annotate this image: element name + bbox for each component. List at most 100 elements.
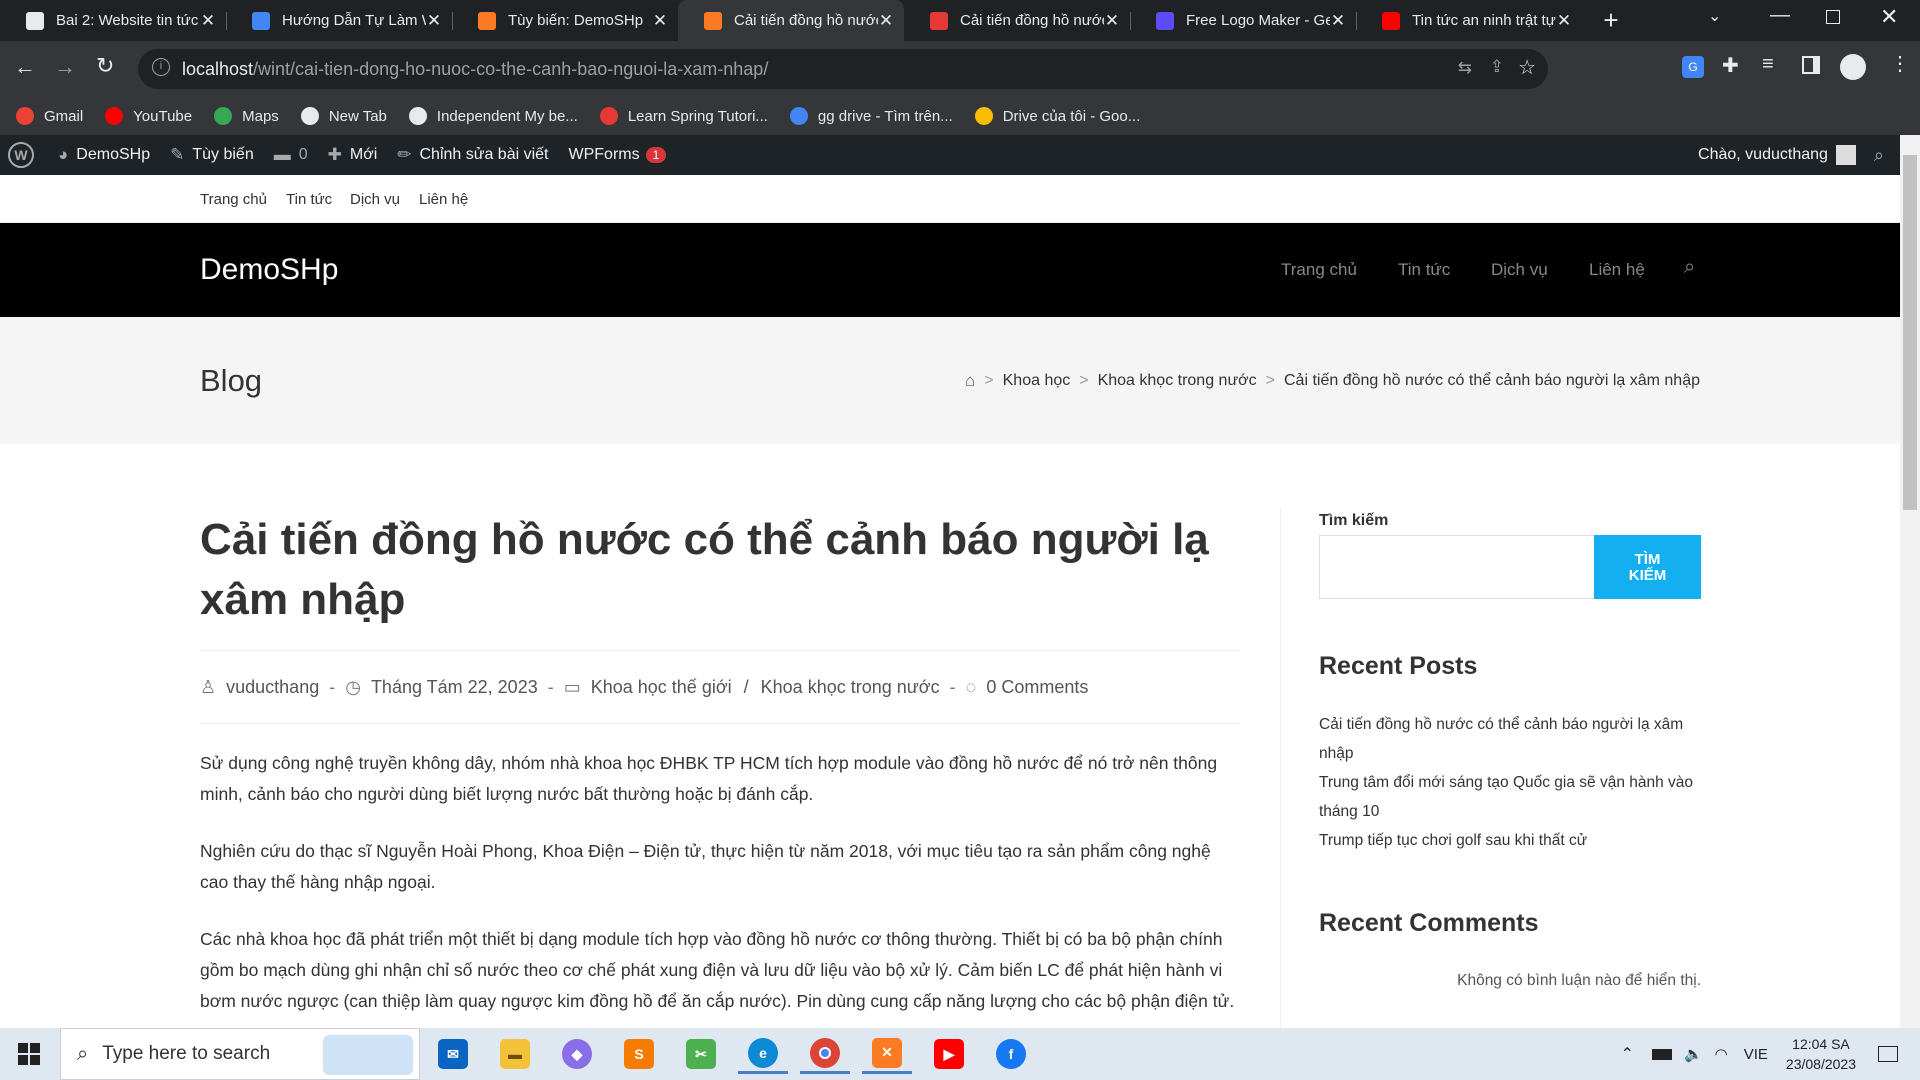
comment-icon: ◌ [965,676,977,697]
browser-tab[interactable]: Free Logo Maker - Ge ✕ [1130,0,1356,41]
browser-tab[interactable]: Hướng Dẫn Tự Làm W ✕ [226,0,452,41]
media-control-icon[interactable]: ≡ [1762,53,1774,76]
battery-icon[interactable] [1651,1048,1672,1060]
admin-account-menu[interactable]: Chào, vuducthang [1688,145,1866,165]
chrome-taskbar-icon[interactable] [800,1034,850,1074]
drive-icon [974,107,993,125]
copilot-app-icon[interactable]: ◆ [552,1034,602,1074]
youtube-taskbar-icon[interactable]: ▶ [924,1034,974,1074]
close-tab-icon[interactable]: ✕ [878,11,894,31]
close-tab-icon[interactable]: ✕ [1330,11,1346,31]
bookmark-item[interactable]: Drive của tôi - Goo... [974,107,1140,125]
minimize-button[interactable]: — [1770,4,1790,27]
mail-app-icon[interactable]: ✉ [428,1034,478,1074]
extensions-puzzle-icon[interactable]: ✚ [1722,53,1739,78]
admin-wpforms-link[interactable]: WPForms 1 [559,146,677,164]
bookmark-item[interactable]: Maps [214,107,279,125]
close-tab-icon[interactable]: ✕ [426,11,442,31]
home-icon[interactable]: ⌂ [965,371,975,391]
close-tab-icon[interactable]: ✕ [200,11,216,31]
bookmark-star-icon[interactable]: ☆ [1518,55,1536,80]
menu-news[interactable]: Tin tức [1398,260,1450,280]
user-icon: ♙ [200,676,217,697]
bookmark-item[interactable]: New Tab [300,107,387,125]
bookmark-item[interactable]: Learn Spring Tutori... [599,107,768,125]
site-logo[interactable]: DemoSHp [200,253,338,287]
notification-icon[interactable] [1878,1046,1898,1062]
dashboard-icon: ◕ [58,145,69,164]
facebook-taskbar-icon[interactable]: f [986,1034,1036,1074]
breadcrumb-item[interactable]: Khoa khọc trong nước [1098,372,1257,390]
bookmark-item[interactable]: YouTube [105,107,192,125]
google-translate-extension-icon[interactable]: G [1682,56,1704,78]
browser-tab[interactable]: Cải tiến đồng hồ nước ✕ [678,0,904,41]
forward-icon[interactable]: → [54,54,76,80]
profile-avatar[interactable] [1840,54,1866,80]
side-panel-icon[interactable] [1802,56,1820,74]
browser-tab[interactable]: Cải tiến đồng hồ nước ✕ [904,0,1130,41]
taskbar-search-box[interactable]: ⌕ Type here to search [60,1028,420,1080]
bookmark-item[interactable]: Independent My be... [408,107,578,125]
tab-search-icon[interactable]: ⌄ [1708,6,1721,26]
recent-post-link[interactable]: Trung tâm đổi mới sáng tạo Quốc gia sẽ v… [1319,768,1701,826]
close-tab-icon[interactable]: ✕ [1104,11,1120,31]
restore-button[interactable] [1826,10,1840,24]
topnav-contact[interactable]: Liên hệ [419,191,468,208]
close-window-button[interactable]: ✕ [1880,4,1898,30]
new-tab-button[interactable]: + [1596,6,1626,36]
wifi-icon[interactable]: ◠ [1715,1045,1728,1063]
header-search-icon[interactable]: ⌕ [1684,256,1695,279]
admin-customize-label: Tùy biến [192,146,254,163]
close-tab-icon[interactable]: ✕ [652,11,668,31]
menu-home[interactable]: Trang chủ [1281,260,1357,280]
topnav-news[interactable]: Tin tức [286,191,332,208]
bookmark-item[interactable]: gg drive - Tìm trên... [789,107,953,125]
file-explorer-icon[interactable]: ▬ [490,1034,540,1074]
admin-site-link[interactable]: ◕ DemoSHp [48,145,160,165]
language-indicator[interactable]: VIE [1744,1046,1768,1063]
clock[interactable]: 12:04 SA 23/08/2023 [1786,1034,1856,1074]
menu-services[interactable]: Dịch vụ [1491,260,1548,280]
volume-icon[interactable]: 🔈 [1684,1045,1703,1063]
share-icon[interactable]: ⇪ [1490,57,1504,77]
edge-browser-icon[interactable]: e [738,1034,788,1074]
admin-edit-post-link[interactable]: ✏ Chỉnh sửa bài viết [387,145,558,165]
snipping-tool-icon[interactable]: ✂ [676,1034,726,1074]
windows-start-icon[interactable] [18,1043,40,1065]
browser-tab[interactable]: Tùy biến: DemoSHp ✕ [452,0,678,41]
user-avatar [1835,145,1856,165]
admin-comments-link[interactable]: ▬ 0 [264,145,318,165]
recent-post-link[interactable]: Cải tiến đồng hồ nước có thể cảnh báo ng… [1319,710,1701,768]
chrome-menu-icon[interactable]: ⋮ [1890,51,1910,76]
xampp-taskbar-icon[interactable]: ✕ [862,1034,912,1074]
bookmark-item[interactable]: Gmail [16,107,83,125]
scrollbar-thumb[interactable] [1903,155,1917,510]
tab-separator [1356,12,1357,30]
sidebar: Tìm kiếm TÌM KIẾM Recent Posts Cải tiến … [1280,507,1701,1027]
breadcrumb-item[interactable]: Khoa học [1003,372,1071,390]
wp-logo[interactable]: W [0,142,48,168]
sublime-text-icon[interactable]: S [614,1034,664,1074]
admin-new-link[interactable]: ✚ Mới [318,145,388,165]
topnav-services[interactable]: Dịch vụ [350,191,400,208]
translate-icon[interactable]: ⇆ [1458,58,1472,78]
post-author[interactable]: ♙ vuducthang [200,677,319,698]
taskbar-search-placeholder: Type here to search [102,1043,271,1064]
admin-search-icon[interactable]: ⌕ [1866,145,1900,166]
recent-post-link[interactable]: Trump tiếp tục chơi golf sau khi thất cử [1319,826,1701,855]
reload-icon[interactable]: ↻ [96,53,114,79]
browser-tab[interactable]: Bai 2: Website tin tức ✕ [0,0,226,41]
close-tab-icon[interactable]: ✕ [1556,11,1572,31]
site-info-icon[interactable]: i [152,58,170,76]
topnav-home[interactable]: Trang chủ [200,191,267,208]
search-button[interactable]: TÌM KIẾM [1594,535,1701,599]
back-icon[interactable]: ← [14,54,36,80]
admin-customize-link[interactable]: ✎ Tùy biến [160,145,264,165]
post-category-link[interactable]: Khoa học thế giới [591,677,732,698]
browser-tab[interactable]: Tin tức an ninh trật tự ✕ [1356,0,1582,41]
menu-contact[interactable]: Liên hệ [1589,260,1645,280]
post-comments-link[interactable]: ◌ 0 Comments [966,677,1089,698]
post-category-link[interactable]: Khoa khọc trong nước [761,677,940,698]
chevron-up-icon[interactable]: ⌃ [1621,1044,1634,1064]
address-bar[interactable]: i localhost/wint/cai-tien-dong-ho-nuoc-c… [138,49,1548,89]
